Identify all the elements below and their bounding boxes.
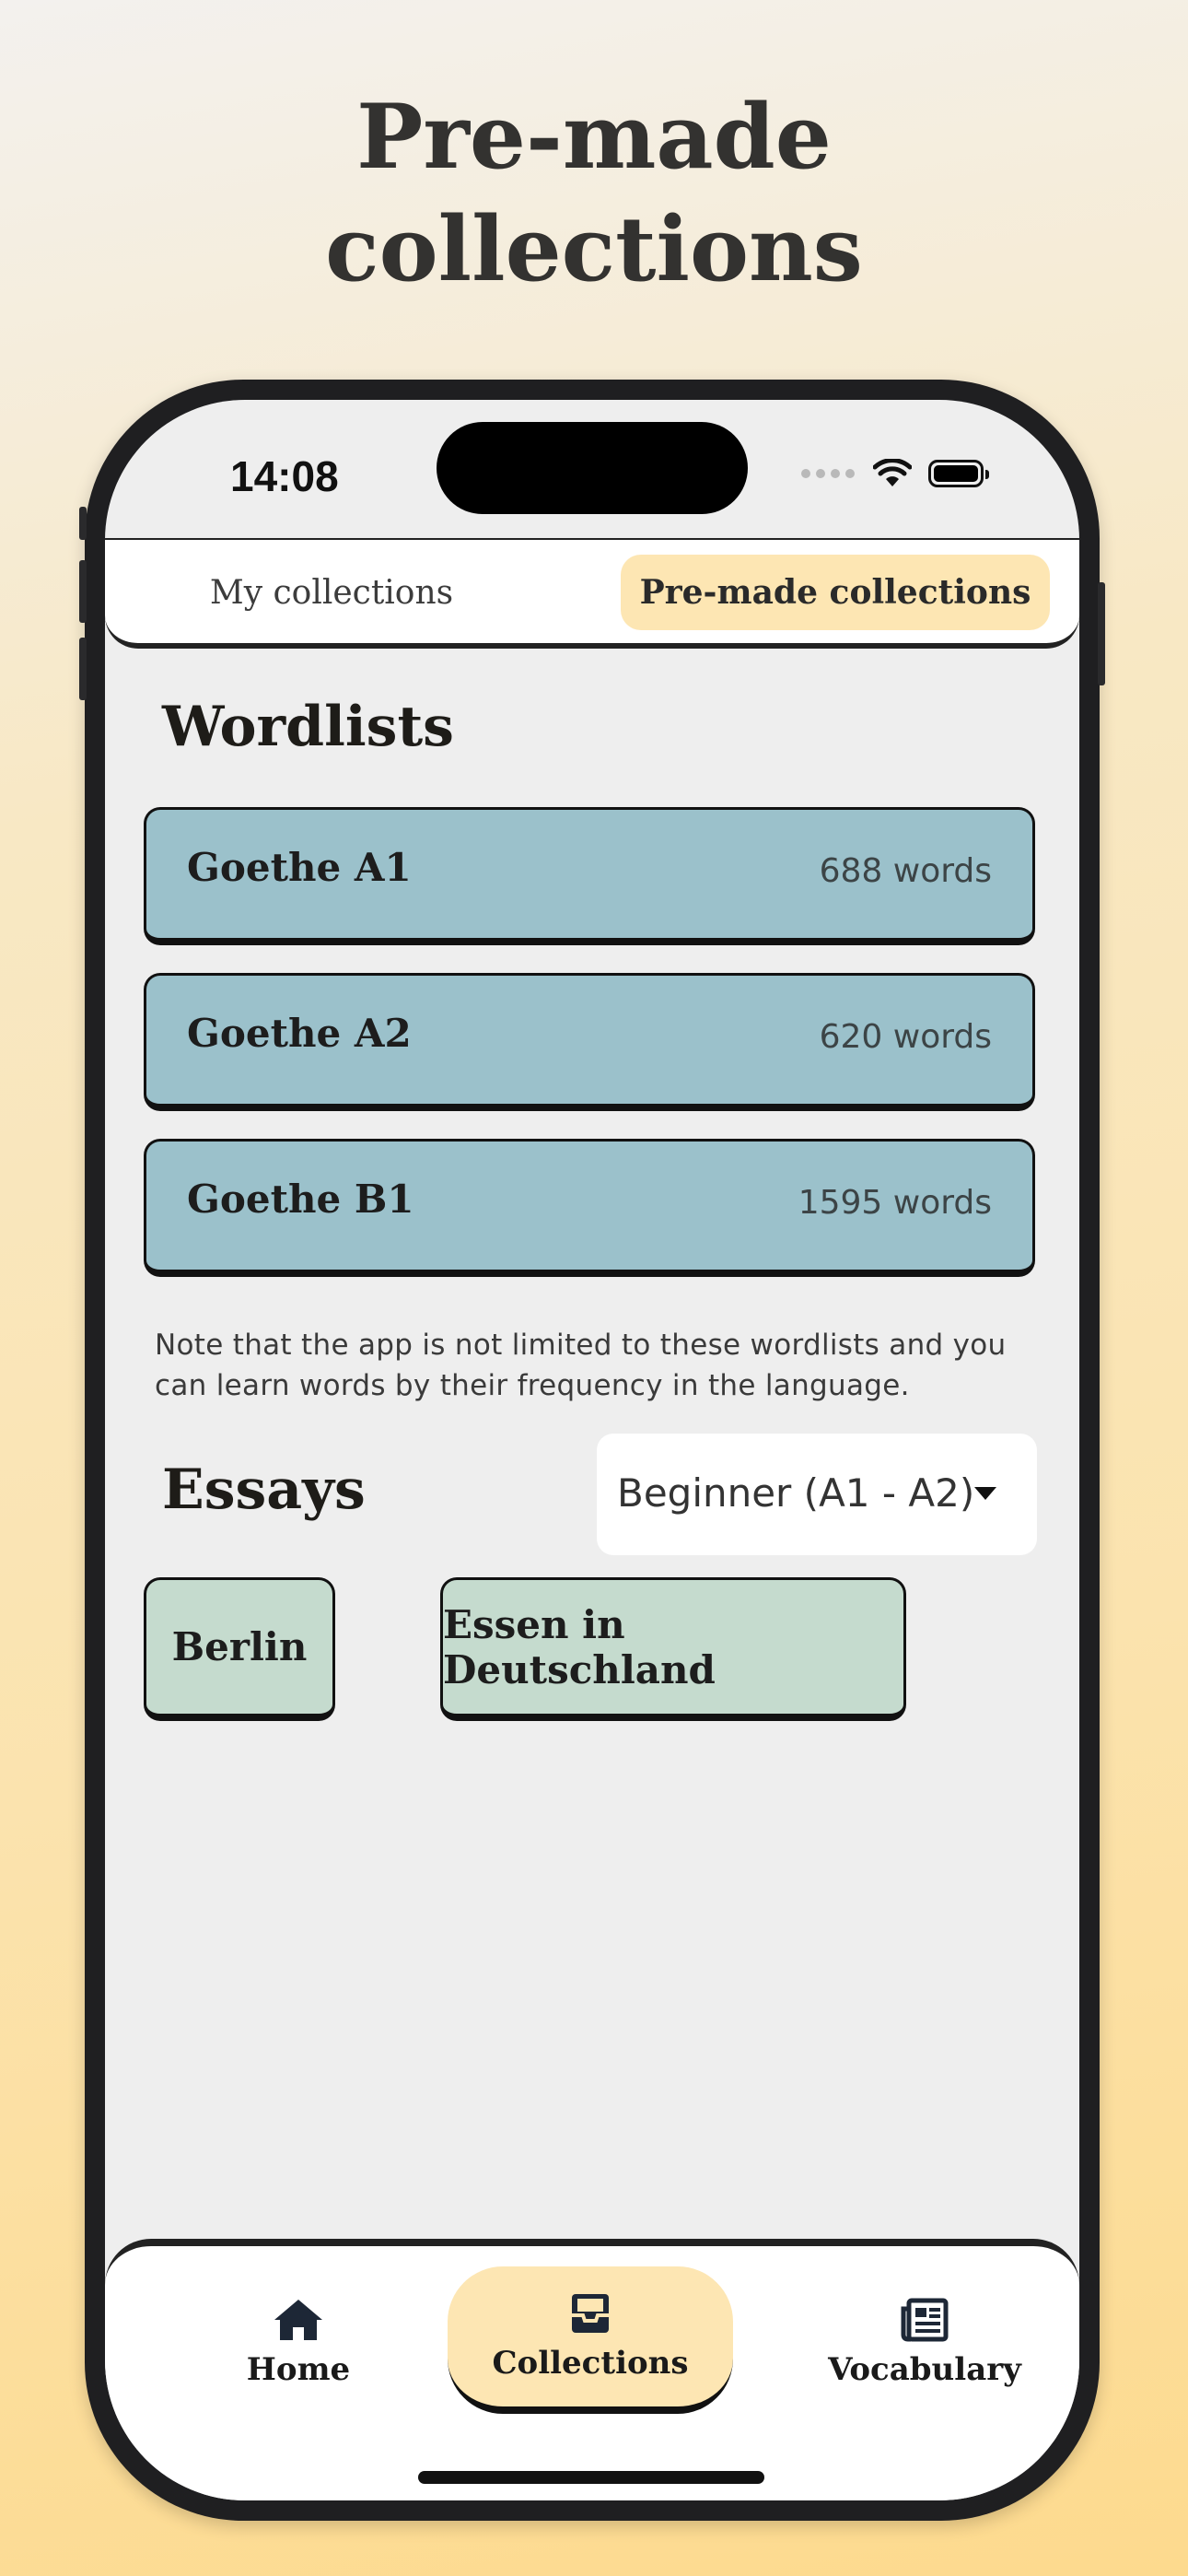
home-icon: [274, 2300, 322, 2340]
wordlist-card-goethe-a1[interactable]: Goethe A1 688 words: [144, 807, 1035, 945]
collections-tab-bar: My collections Pre-made collections: [105, 538, 1079, 649]
wordlist-name: Goethe A1: [187, 845, 412, 890]
nav-vocabulary-label: Vocabulary: [828, 2351, 1021, 2388]
essays-heading: Essays: [162, 1458, 366, 1522]
phone-frame: 14:08 My collections Pre-made collection…: [79, 380, 1105, 2521]
wordlist-name: Goethe A2: [187, 1011, 412, 1056]
wordlist-count: 688 words: [819, 852, 992, 890]
volume-down-button: [79, 638, 87, 700]
home-indicator: [418, 2471, 764, 2484]
wordlists-note: Note that the app is not limited to thes…: [155, 1329, 1007, 1402]
wordlist-count: 620 words: [819, 1018, 992, 1056]
wordlist-count: 1595 words: [798, 1184, 992, 1222]
nav-vocabulary[interactable]: Vocabulary: [805, 2298, 1044, 2388]
essay-card-berlin[interactable]: Berlin: [144, 1577, 335, 1721]
nav-collections-label: Collections: [492, 2345, 689, 2382]
status-indicators: [801, 448, 989, 499]
headline-line-2: collections: [325, 197, 863, 301]
essay-card-essen-in-deutschland[interactable]: Essen in Deutschland: [440, 1577, 906, 1721]
caret-down-icon: [974, 1487, 996, 1500]
wordlist-name: Goethe B1: [187, 1177, 414, 1222]
tab-my-collections[interactable]: My collections: [193, 555, 470, 630]
wordlists-heading: Wordlists: [162, 695, 454, 759]
volume-up-button: [79, 560, 87, 623]
cellular-signal-icon: [801, 469, 855, 478]
tab-premade-collections[interactable]: Pre-made collections: [621, 555, 1050, 630]
headline-line-1: Pre-made: [356, 85, 832, 189]
newspaper-icon: [901, 2298, 949, 2342]
status-time: 14:08: [230, 452, 339, 500]
wordlist-card-goethe-a2[interactable]: Goethe A2 620 words: [144, 973, 1035, 1111]
power-button: [1098, 582, 1105, 685]
nav-home-label: Home: [246, 2351, 351, 2388]
inbox-tray-icon: [572, 2294, 609, 2333]
battery-icon: [928, 460, 989, 487]
dropdown-selected-value: Beginner (A1 - A2): [617, 1470, 975, 1516]
wordlist-card-goethe-b1[interactable]: Goethe B1 1595 words: [144, 1139, 1035, 1277]
bottom-navigation: Home Collections Vocabulary: [105, 2239, 1079, 2500]
app-screen: 14:08 My collections Pre-made collection…: [105, 400, 1079, 2500]
nav-collections[interactable]: Collections: [448, 2266, 733, 2414]
wifi-icon: [873, 459, 912, 486]
essay-level-dropdown[interactable]: Beginner (A1 - A2): [597, 1434, 1037, 1555]
nav-home[interactable]: Home: [179, 2298, 418, 2388]
dynamic-island: [437, 422, 748, 514]
mute-switch: [79, 507, 87, 540]
marketing-headline: Pre-made collections: [0, 81, 1188, 306]
